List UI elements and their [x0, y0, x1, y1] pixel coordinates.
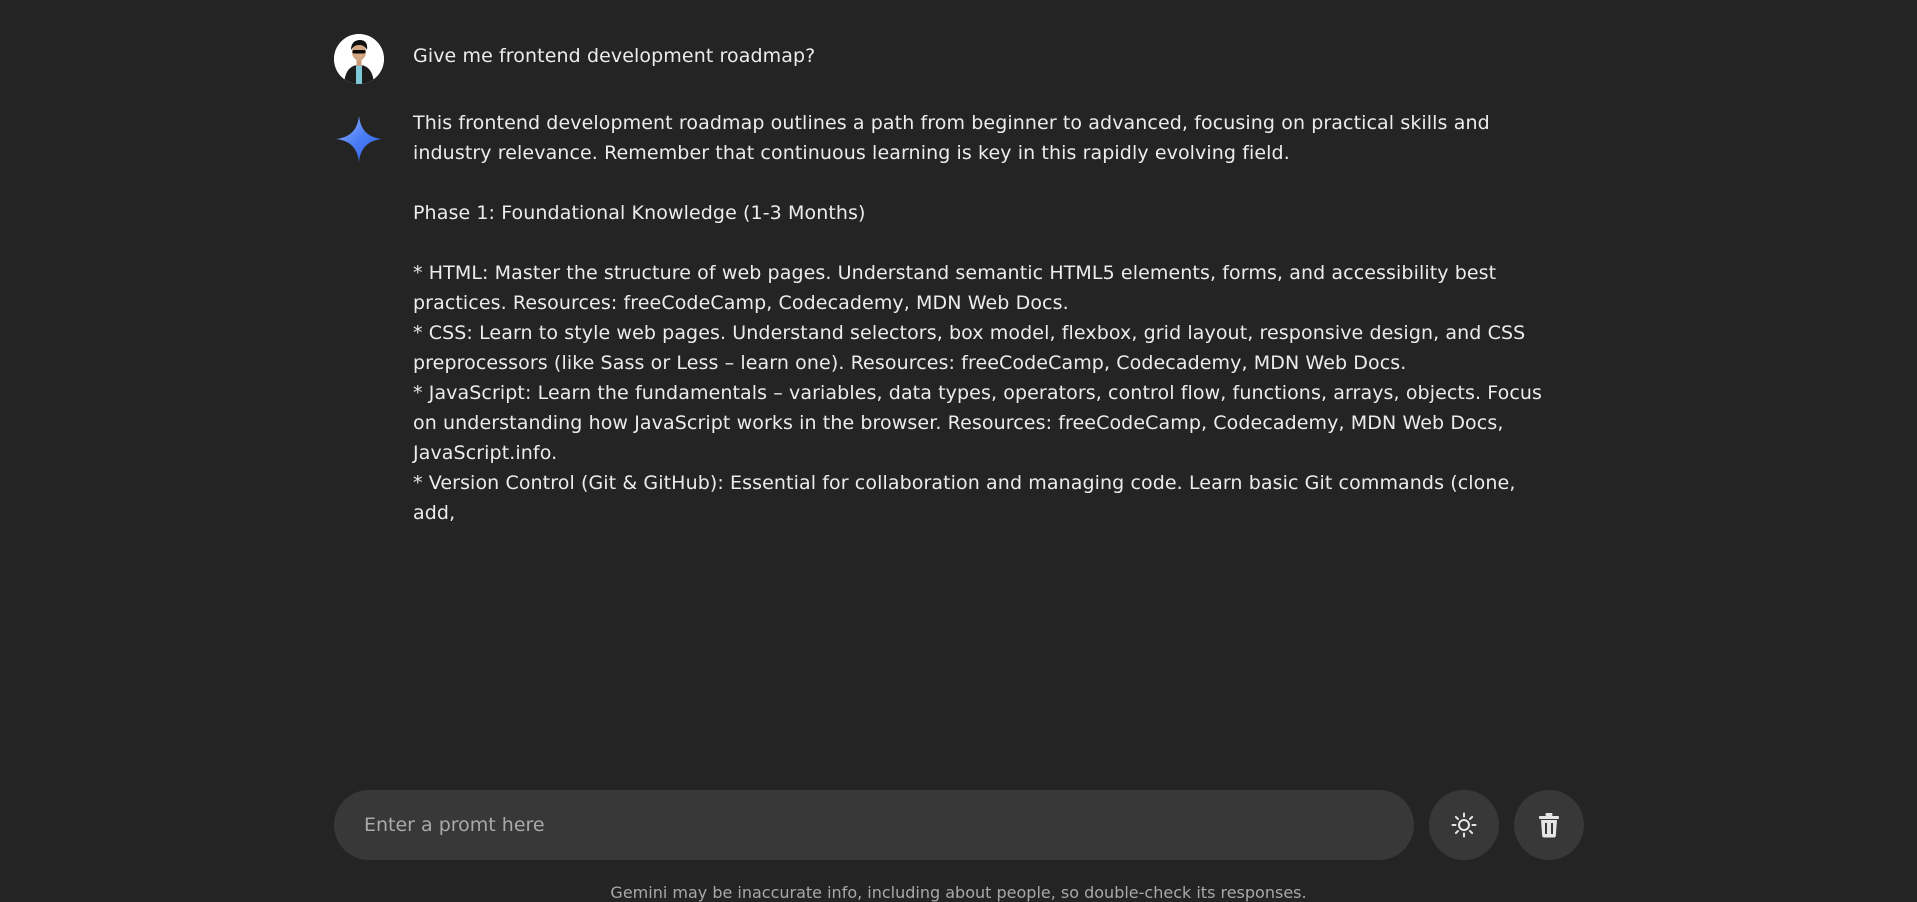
bot-response-text: This frontend development roadmap outlin…: [413, 112, 1543, 524]
bot-message: This frontend development roadmap outlin…: [334, 112, 1584, 528]
theme-toggle-button[interactable]: [1429, 790, 1499, 860]
sun-icon: [1451, 812, 1477, 838]
disclaimer-text: Gemini may be inaccurate info, including…: [610, 883, 1307, 902]
user-message-text: Give me frontend development roadmap?: [413, 45, 816, 67]
trash-icon: [1539, 813, 1559, 838]
user-avatar-image: [334, 34, 384, 84]
delete-chat-button[interactable]: [1514, 790, 1584, 860]
gemini-sparkle-icon: [334, 114, 384, 164]
prompt-input[interactable]: [334, 790, 1414, 860]
user-avatar: [334, 34, 384, 84]
input-bar: [334, 790, 1584, 860]
user-message: Give me frontend development roadmap?: [334, 34, 1584, 84]
chat-container: Give me frontend development roadmap? Th…: [334, 34, 1584, 528]
